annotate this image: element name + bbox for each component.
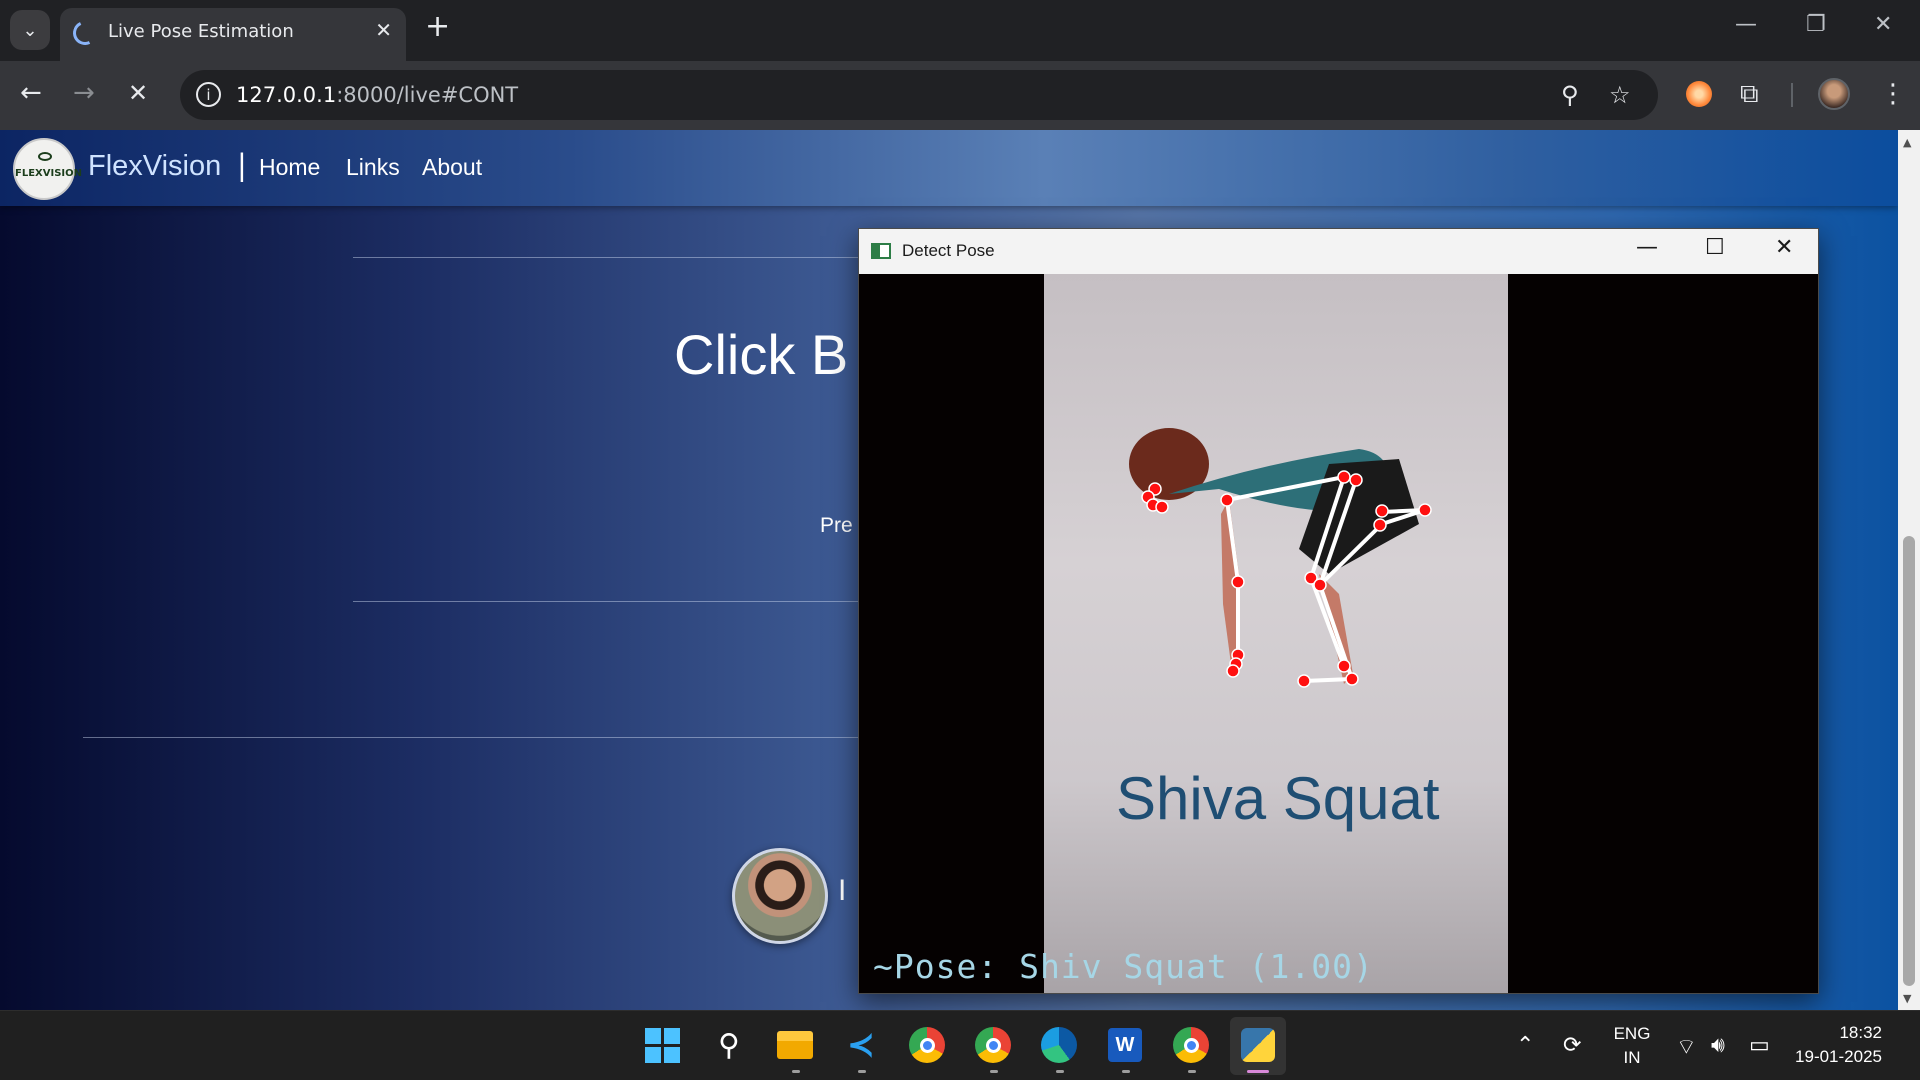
eye-icon: [38, 152, 52, 161]
forward-icon[interactable]: →: [73, 78, 95, 108]
scroll-thumb[interactable]: [1903, 536, 1915, 986]
url-path: :8000/live#CONT: [336, 83, 519, 107]
app-running-indicator: [1188, 1070, 1196, 1073]
url-text[interactable]: 127.0.0.1:8000/live#CONT: [236, 83, 518, 107]
search-icon[interactable]: ⚲: [709, 1025, 749, 1065]
tab-title: Live Pose Estimation: [108, 21, 294, 42]
minimize-icon[interactable]: —: [1735, 12, 1757, 37]
keypoint: [1345, 672, 1359, 686]
windows-start-icon[interactable]: [642, 1025, 682, 1065]
app-running-indicator: [990, 1070, 998, 1073]
brand-separator: |: [237, 148, 247, 182]
back-icon[interactable]: ←: [20, 78, 42, 108]
chrome-profile2-icon[interactable]: [1171, 1025, 1211, 1065]
nav-link-links[interactable]: Links: [346, 154, 400, 181]
battery-icon[interactable]: ▭: [1749, 1033, 1770, 1058]
bookmark-star-icon[interactable]: ☆: [1609, 81, 1631, 109]
tab-live-pose-estimation[interactable]: Live Pose Estimation ✕: [60, 8, 406, 61]
stop-loading-icon[interactable]: ✕: [128, 78, 148, 108]
language-indicator-line2[interactable]: IN: [1612, 1048, 1652, 1068]
language-indicator-line1[interactable]: ENG: [1612, 1024, 1652, 1044]
keypoint: [1313, 578, 1327, 592]
zoom-icon[interactable]: ⚲: [1561, 81, 1579, 109]
page-scrollbar[interactable]: ▲ ▼: [1898, 130, 1920, 1010]
hero-title: Click B: [674, 323, 849, 386]
chrome-profile-icon[interactable]: [973, 1025, 1013, 1065]
brand-name[interactable]: FlexVision: [88, 150, 221, 183]
tab-search-icon[interactable]: ⌄: [10, 10, 50, 50]
file-explorer-icon[interactable]: [775, 1025, 815, 1065]
opencv-window-icon: [871, 243, 891, 259]
minimize-icon[interactable]: —: [1636, 235, 1658, 260]
close-icon[interactable]: ✕: [375, 18, 392, 42]
hero-subtitle: Pre: [820, 514, 853, 537]
loading-spinner-icon: [69, 17, 101, 49]
app-running-indicator: [1122, 1070, 1130, 1073]
nav-link-about[interactable]: About: [422, 154, 482, 181]
toolbar-divider: [1791, 83, 1793, 107]
word-icon[interactable]: W: [1105, 1025, 1145, 1065]
vscode-icon[interactable]: ≺: [841, 1025, 881, 1065]
close-window-icon[interactable]: ✕: [1874, 12, 1892, 37]
python-icon[interactable]: [1238, 1025, 1278, 1065]
chrome-icon[interactable]: [907, 1025, 947, 1065]
detect-pose-title: Detect Pose: [902, 241, 995, 260]
app-running-indicator: [858, 1070, 866, 1073]
logo-text: FLEXVISION: [15, 168, 82, 179]
windows-taskbar: ⚲ ≺ W ⌃ ⟳ ENG IN ⌔ 🔊︎ ▭ 18:32 19-01-2025: [0, 1010, 1920, 1080]
site-navbar: FLEXVISION FlexVision | Home Links About: [0, 130, 1898, 206]
chevron-up-icon[interactable]: ⌃: [1516, 1033, 1534, 1058]
author-text: I: [838, 874, 847, 907]
scroll-down-icon[interactable]: ▼: [1903, 992, 1911, 1005]
author-avatar: [732, 848, 828, 944]
keypoint: [1375, 504, 1389, 518]
keypoint: [1418, 503, 1432, 517]
keypoint: [1220, 493, 1234, 507]
detect-pose-titlebar[interactable]: Detect Pose — ☐ ✕: [859, 229, 1818, 274]
app-running-indicator: [1056, 1070, 1064, 1073]
url-host: 127.0.0.1: [236, 83, 337, 107]
extension-swirl-icon[interactable]: [1686, 81, 1712, 107]
profile-avatar[interactable]: [1818, 78, 1850, 110]
sync-icon[interactable]: ⟳: [1563, 1033, 1581, 1058]
divider-bottom: [83, 737, 873, 738]
browser-toolbar: ← → ✕ i 127.0.0.1:8000/live#CONT ⚲ ☆ ⧉ ⋮: [0, 61, 1920, 130]
clock-time[interactable]: 18:32: [1820, 1023, 1882, 1043]
detect-pose-window[interactable]: Detect Pose — ☐ ✕ Shiva Squat ~Pose: Shi…: [858, 228, 1819, 994]
nav-link-home[interactable]: Home: [259, 154, 320, 181]
divider-middle: [353, 601, 873, 602]
browser-tab-strip: ⌄ Live Pose Estimation ✕ + — ❐ ✕: [0, 0, 1920, 61]
menu-kebab-icon[interactable]: ⋮: [1880, 79, 1906, 109]
keypoint: [1349, 473, 1363, 487]
volume-icon[interactable]: 🔊︎: [1711, 1033, 1725, 1058]
app-running-indicator: [792, 1070, 800, 1073]
keypoint: [1231, 575, 1245, 589]
extensions-puzzle-icon[interactable]: ⧉: [1740, 79, 1759, 110]
keypoint: [1297, 674, 1311, 688]
address-bar[interactable]: i 127.0.0.1:8000/live#CONT ⚲ ☆: [180, 70, 1658, 120]
keypoint: [1337, 659, 1351, 673]
close-icon[interactable]: ✕: [1775, 235, 1793, 260]
site-info-icon[interactable]: i: [196, 82, 221, 107]
keypoint: [1337, 470, 1351, 484]
skeleton-line: [1303, 677, 1353, 683]
frame-caption: Shiva Squat: [1116, 765, 1440, 832]
edge-icon[interactable]: [1039, 1025, 1079, 1065]
restore-icon[interactable]: ❐: [1806, 12, 1826, 37]
keypoint: [1226, 664, 1240, 678]
pose-skeleton-overlay: [1129, 428, 1432, 688]
clock-date[interactable]: 19-01-2025: [1788, 1047, 1882, 1067]
maximize-icon[interactable]: ☐: [1705, 235, 1725, 260]
camera-feed: Shiva Squat ~Pose: Shiv Squat (1.00): [859, 274, 1818, 993]
keypoint: [1373, 518, 1387, 532]
flexvision-logo[interactable]: FLEXVISION: [13, 138, 82, 200]
wifi-icon[interactable]: ⌔: [1676, 1033, 1697, 1061]
divider-top: [353, 257, 873, 258]
pose-prediction-text: ~Pose: Shiv Squat (1.00): [873, 947, 1374, 986]
scroll-up-icon[interactable]: ▲: [1903, 136, 1911, 149]
keypoint: [1155, 500, 1169, 514]
new-tab-button[interactable]: +: [425, 12, 450, 42]
app-active-indicator: [1247, 1070, 1269, 1073]
